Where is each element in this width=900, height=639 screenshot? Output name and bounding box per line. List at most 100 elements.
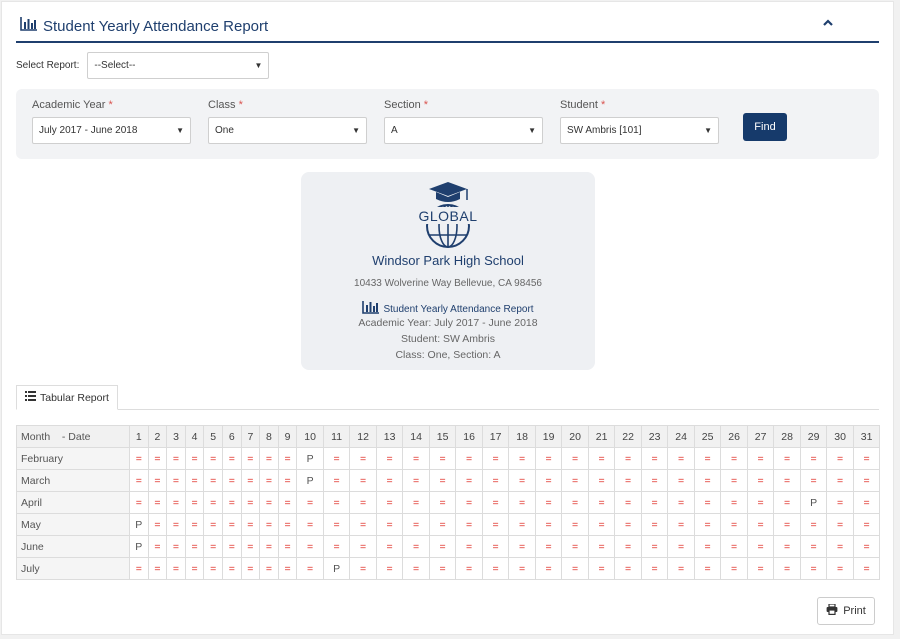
attendance-cell: = [693,447,722,470]
attendance-cell: = [349,447,377,470]
attendance-cell: = [614,535,642,558]
day-header: 17 [481,425,510,448]
attendance-cell: = [349,557,377,580]
month-date-header: Month - Date [16,425,130,448]
attendance-cell: = [402,513,430,536]
attendance-cell: = [799,557,828,580]
report-panel: Student Yearly Attendance Report Select … [1,1,894,635]
attendance-cell: = [375,469,404,492]
table-header-row: Month - Date 1 2 3 4 5 6 7 8 9 10 11 12 13 14 15 16 17 18… [16,425,881,448]
attendance-cell: = [826,491,854,514]
attendance-cell: = [203,469,223,492]
attendance-cell: = [481,469,510,492]
attendance-cell: = [428,491,457,514]
attendance-cell: = [147,557,168,580]
attendance-cell: = [640,447,669,470]
class-group: Class * One ▼ [208,99,367,144]
chevron-up-icon[interactable] [821,16,835,30]
attendance-cell: = [746,469,775,492]
attendance-cell: = [184,469,205,492]
attendance-cell: = [184,491,205,514]
attendance-cell: = [667,557,695,580]
attendance-cell: P [322,557,351,580]
attendance-cell: = [322,535,351,558]
attendance-cell: = [561,513,589,536]
list-icon [25,386,36,410]
class-select[interactable]: One ▼ [208,117,367,144]
academic-year-select[interactable]: July 2017 - June 2018 ▼ [32,117,191,144]
attendance-cell: = [147,535,168,558]
attendance-cell: = [481,447,510,470]
attendance-cell: = [799,447,828,470]
attendance-cell: = [240,491,261,514]
printer-icon [826,603,838,618]
attendance-cell: = [129,469,149,492]
attendance-cell: = [221,469,242,492]
day-header: 4 [184,425,205,448]
day-header: 31 [852,425,881,448]
caret-down-icon: ▼ [254,61,263,70]
attendance-cell: = [129,447,149,470]
day-header: 3 [166,425,186,448]
attendance-cell: = [561,491,589,514]
attendance-cell: = [375,513,404,536]
academic-year-label: Academic Year * [32,99,113,111]
attendance-cell: = [129,491,149,514]
attendance-cell: = [614,513,642,536]
attendance-cell: = [667,535,695,558]
attendance-cell: = [240,447,261,470]
academic-year-value: July 2017 - June 2018 [39,125,138,136]
attendance-cell: = [277,469,298,492]
attendance-cell: = [322,469,351,492]
card-academic-year: Academic Year: July 2017 - June 2018 [358,317,538,329]
attendance-cell: = [614,447,642,470]
school-address: 10433 Wolverine Way Bellevue, CA 98456 [354,278,542,289]
attendance-cell: = [166,513,186,536]
attendance-cell: = [296,557,324,580]
attendance-cell: = [428,513,457,536]
attendance-cell: = [147,469,168,492]
attendance-cell: = [428,535,457,558]
attendance-cell: = [277,557,298,580]
day-header: 10 [296,425,324,448]
day-header: 1 [129,425,149,448]
day-header: 21 [587,425,616,448]
attendance-cell: = [746,557,775,580]
attendance-cell: = [322,491,351,514]
attendance-cell: = [614,491,642,514]
attendance-cell: = [375,491,404,514]
attendance-cell: = [693,491,722,514]
day-header: 6 [221,425,242,448]
table-row: July = = = = = = = = = = P = = = = = = = = = = = = = = = = = = = = [16,557,881,580]
attendance-cell: = [852,513,881,536]
attendance-cell: P [296,447,324,470]
day-header: 27 [746,425,775,448]
class-value: One [215,125,234,136]
attendance-cell: = [259,491,279,514]
attendance-cell: = [402,557,430,580]
attendance-cell: = [259,535,279,558]
attendance-cell: = [640,557,669,580]
logo-text: GLOBAL [418,208,478,224]
attendance-cell: = [534,447,563,470]
day-header: 15 [428,425,457,448]
attendance-cell: = [277,513,298,536]
attendance-cell: = [852,535,881,558]
day-header: 20 [561,425,589,448]
attendance-cell: = [587,469,616,492]
section-select[interactable]: A ▼ [384,117,543,144]
attendance-cell: = [587,535,616,558]
print-button[interactable]: Print [817,597,875,625]
select-report-dropdown[interactable]: --Select-- ▼ [87,52,270,79]
caret-down-icon: ▼ [528,126,536,135]
table-row: May P = = = = = = = = = = = = = = = = = = = = = = = = = = = = = = [16,513,881,536]
attendance-cell: = [720,513,748,536]
student-select[interactable]: SW Ambris [101] ▼ [560,117,719,144]
find-button[interactable]: Find [743,113,787,141]
attendance-cell: = [349,491,377,514]
attendance-cell: P [129,535,149,558]
attendance-cell: = [428,447,457,470]
attendance-cell: = [221,557,242,580]
tab-tabular-report[interactable]: Tabular Report [16,385,118,410]
month-cell: March [16,469,130,492]
